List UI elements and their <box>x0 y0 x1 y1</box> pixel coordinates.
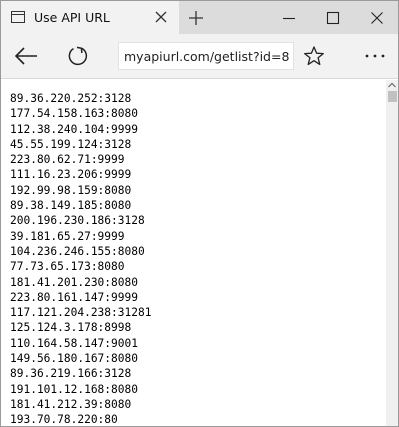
list-item: 45.55.199.124:3128 <box>10 137 132 151</box>
list-item: 89.38.149.185:8080 <box>10 199 132 213</box>
list-item: 104.236.246.155:8080 <box>10 244 145 258</box>
page-content: 89.36.220.252:3128 177.54.158.163:8080 112… <box>1 80 386 426</box>
list-item: 89.36.220.252:3128 <box>10 92 132 105</box>
list-item: 110.164.58.147:9001 <box>10 336 138 350</box>
address-text: myapiurl.com/getlist?id=8 <box>124 49 290 64</box>
maximize-icon[interactable] <box>311 1 355 34</box>
list-item: 89.36.219.166:3128 <box>10 367 132 381</box>
tab-strip: Use API URL <box>1 1 398 34</box>
list-item: 125.124.3.178:8998 <box>10 321 132 335</box>
list-item: 177.54.158.163:8080 <box>10 107 138 121</box>
toolbar: myapiurl.com/getlist?id=8 <box>1 34 398 79</box>
tab-close-icon[interactable] <box>151 7 171 27</box>
list-item: 149.56.180.167:8080 <box>10 352 138 366</box>
list-item: 193.70.78.220:80 <box>10 413 118 426</box>
browser-window: Use API URL myapiurl.com/getlist?id=8 89… <box>0 0 399 427</box>
list-item: 39.181.65.27:9999 <box>10 229 125 243</box>
more-icon[interactable] <box>359 41 391 71</box>
list-item: 192.99.98.159:8080 <box>10 183 132 197</box>
back-arrow-icon[interactable] <box>9 40 43 72</box>
refresh-icon[interactable] <box>61 40 95 72</box>
list-item: 223.80.161.147:9999 <box>10 290 138 304</box>
favorite-star-icon[interactable] <box>301 41 327 71</box>
minimize-icon[interactable] <box>267 1 311 34</box>
page-icon <box>11 11 25 23</box>
scrollbar-thumb[interactable] <box>388 91 397 102</box>
address-bar[interactable]: myapiurl.com/getlist?id=8 <box>118 42 294 70</box>
list-item: 200.196.230.186:3128 <box>10 214 145 228</box>
new-tab-icon[interactable] <box>185 7 207 29</box>
list-item: 77.73.65.173:8080 <box>10 260 125 274</box>
vertical-scrollbar[interactable] <box>386 80 398 426</box>
list-item: 181.41.212.39:8080 <box>10 397 132 411</box>
tab-active[interactable]: Use API URL <box>1 1 179 34</box>
list-item: 191.101.12.168:8080 <box>10 382 138 396</box>
list-item: 223.80.62.71:9999 <box>10 153 125 167</box>
proxy-list: 89.36.220.252:3128 177.54.158.163:8080 112… <box>10 91 151 426</box>
close-icon[interactable] <box>355 1 399 34</box>
list-item: 112.38.240.104:9999 <box>10 122 138 136</box>
list-item: 111.16.23.206:9999 <box>10 168 132 182</box>
scroll-up-arrow-icon[interactable] <box>386 80 398 90</box>
list-item: 181.41.201.230:8080 <box>10 275 138 289</box>
list-item: 117.121.204.238:31281 <box>10 306 152 320</box>
tab-title: Use API URL <box>34 10 110 25</box>
